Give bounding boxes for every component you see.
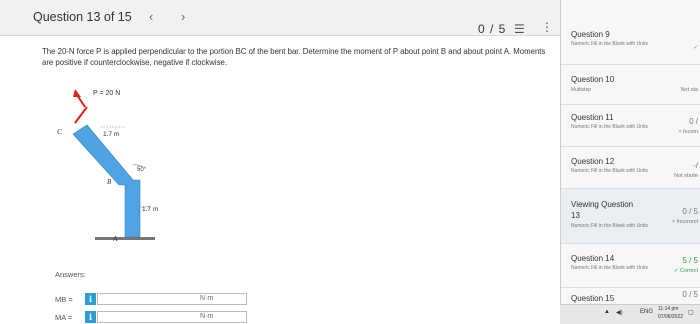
question-navigator: Question 9 Numeric Fill in the Blank wit… xyxy=(560,0,700,324)
moment-a-input[interactable] xyxy=(97,311,247,323)
volume-icon[interactable]: ◀) xyxy=(616,309,623,316)
question-title: Question 13 of 15 xyxy=(33,10,132,24)
previous-question-button[interactable]: ‹ xyxy=(149,9,153,24)
nav-item-question-13[interactable]: Viewing Question 13 Numeric Fill in the … xyxy=(561,189,700,244)
clock-time: 11:14 pm xyxy=(658,306,679,312)
info-icon[interactable]: i xyxy=(85,293,96,305)
nav-item-score: 0 / 5 xyxy=(682,290,698,299)
moment-a-unit: N·m xyxy=(200,313,214,320)
force-arrow-shaft xyxy=(76,94,86,108)
point-b-label: B xyxy=(107,178,112,186)
angle-label: 50° xyxy=(137,167,147,173)
point-a-label: A xyxy=(112,235,118,243)
nav-item-score: -/ xyxy=(693,161,698,170)
clock-date: 07/06/2022 xyxy=(658,314,684,320)
moment-a-row: MA = i N·m xyxy=(55,311,255,324)
nav-item-status: Not starte xyxy=(674,173,698,179)
question-panel: Question 13 of 15 ‹ › 0 / 5 ☰ ⋮ The 20-N… xyxy=(0,0,560,324)
moment-b-row: MB = i N·m xyxy=(55,293,255,307)
nav-item-question-9[interactable]: Question 9 Numeric Fill in the Blank wit… xyxy=(561,0,700,65)
nav-item-question-10[interactable]: Question 10 Multistep Not sta xyxy=(561,65,700,105)
notifications-icon[interactable]: ▢ xyxy=(688,309,694,316)
nav-item-type: Numeric Fill in the Blank with Units xyxy=(571,124,648,130)
lower-length-label: 1.7 m xyxy=(142,206,158,213)
moment-a-label: MA = xyxy=(55,313,73,322)
ground xyxy=(95,237,155,240)
nav-item-question-15[interactable]: Question 15 0 / 5 xyxy=(561,288,700,304)
nav-item-status: Not sta xyxy=(680,87,698,93)
more-icon[interactable]: ⋮ xyxy=(541,20,553,34)
nav-item-status: × Incom xyxy=(678,129,698,135)
nav-item-question-11[interactable]: Question 11 Numeric Fill in the Blank wi… xyxy=(561,105,700,147)
nav-item-score: 0 / 5 xyxy=(682,207,698,216)
point-c-label: C xyxy=(57,127,63,136)
nav-item-title: Question 9 xyxy=(571,30,610,39)
nav-item-title: Question 14 xyxy=(571,254,615,263)
nav-item-title: Question 12 xyxy=(571,157,615,166)
question-score: 0 / 5 xyxy=(478,22,507,36)
nav-item-question-12[interactable]: Question 12 Numeric Fill in the Blank wi… xyxy=(561,147,700,189)
force-label: P = 20 N xyxy=(93,90,120,97)
list-icon[interactable]: ☰ xyxy=(514,22,525,36)
moment-b-label: MB = xyxy=(55,295,73,304)
nav-item-type: Numeric Fill in the Blank with Units xyxy=(571,265,648,271)
nav-item-status: ✓ Correct xyxy=(673,268,698,274)
system-taskbar: ▲ ◀) ENG 11:14 pm 07/06/2022 ▢ xyxy=(560,304,700,324)
nav-item-question-14[interactable]: Question 14 Numeric Fill in the Blank wi… xyxy=(561,244,700,288)
nav-item-type: Numeric Fill in the Blank with Units xyxy=(571,168,648,174)
nav-item-title: Question 15 xyxy=(571,294,615,303)
network-icon[interactable]: ▲ xyxy=(604,309,610,315)
next-question-button[interactable]: › xyxy=(181,9,185,24)
nav-item-type: Numeric Fill in the Blank with Units xyxy=(571,223,648,229)
upper-length-label: 1.7 m xyxy=(103,131,119,138)
language-indicator[interactable]: ENG xyxy=(640,309,653,315)
info-icon[interactable]: i xyxy=(85,311,96,323)
nav-item-title: Question 11 xyxy=(571,113,614,122)
nav-item-type: Multistep xyxy=(571,87,592,93)
nav-item-title: Viewing Question 13 xyxy=(571,200,634,220)
bent-bar-figure: P = 20 N C 1.7 m 50° B 1.7 m A xyxy=(55,85,225,255)
moment-b-input[interactable] xyxy=(97,293,247,305)
question-header: Question 13 of 15 ‹ › 0 / 5 ☰ ⋮ xyxy=(0,0,560,36)
answers-label: Answers: xyxy=(55,270,86,279)
moment-b-unit: N·m xyxy=(200,295,214,302)
nav-item-status: × Incorrect xyxy=(671,219,698,225)
nav-item-type: Numeric Fill in the Blank with Units xyxy=(571,41,648,47)
check-icon: ✓ xyxy=(693,45,698,51)
problem-statement: The 20-N force P is applied perpendicula… xyxy=(42,47,546,67)
nav-item-score: 5 / 5 xyxy=(682,256,698,265)
nav-item-title: Question 10 xyxy=(571,75,615,84)
force-arrow xyxy=(74,106,88,124)
bent-bar-diagram: P = 20 N C 1.7 m 50° B 1.7 m A xyxy=(57,89,158,243)
nav-item-score: 0 / xyxy=(689,117,698,126)
